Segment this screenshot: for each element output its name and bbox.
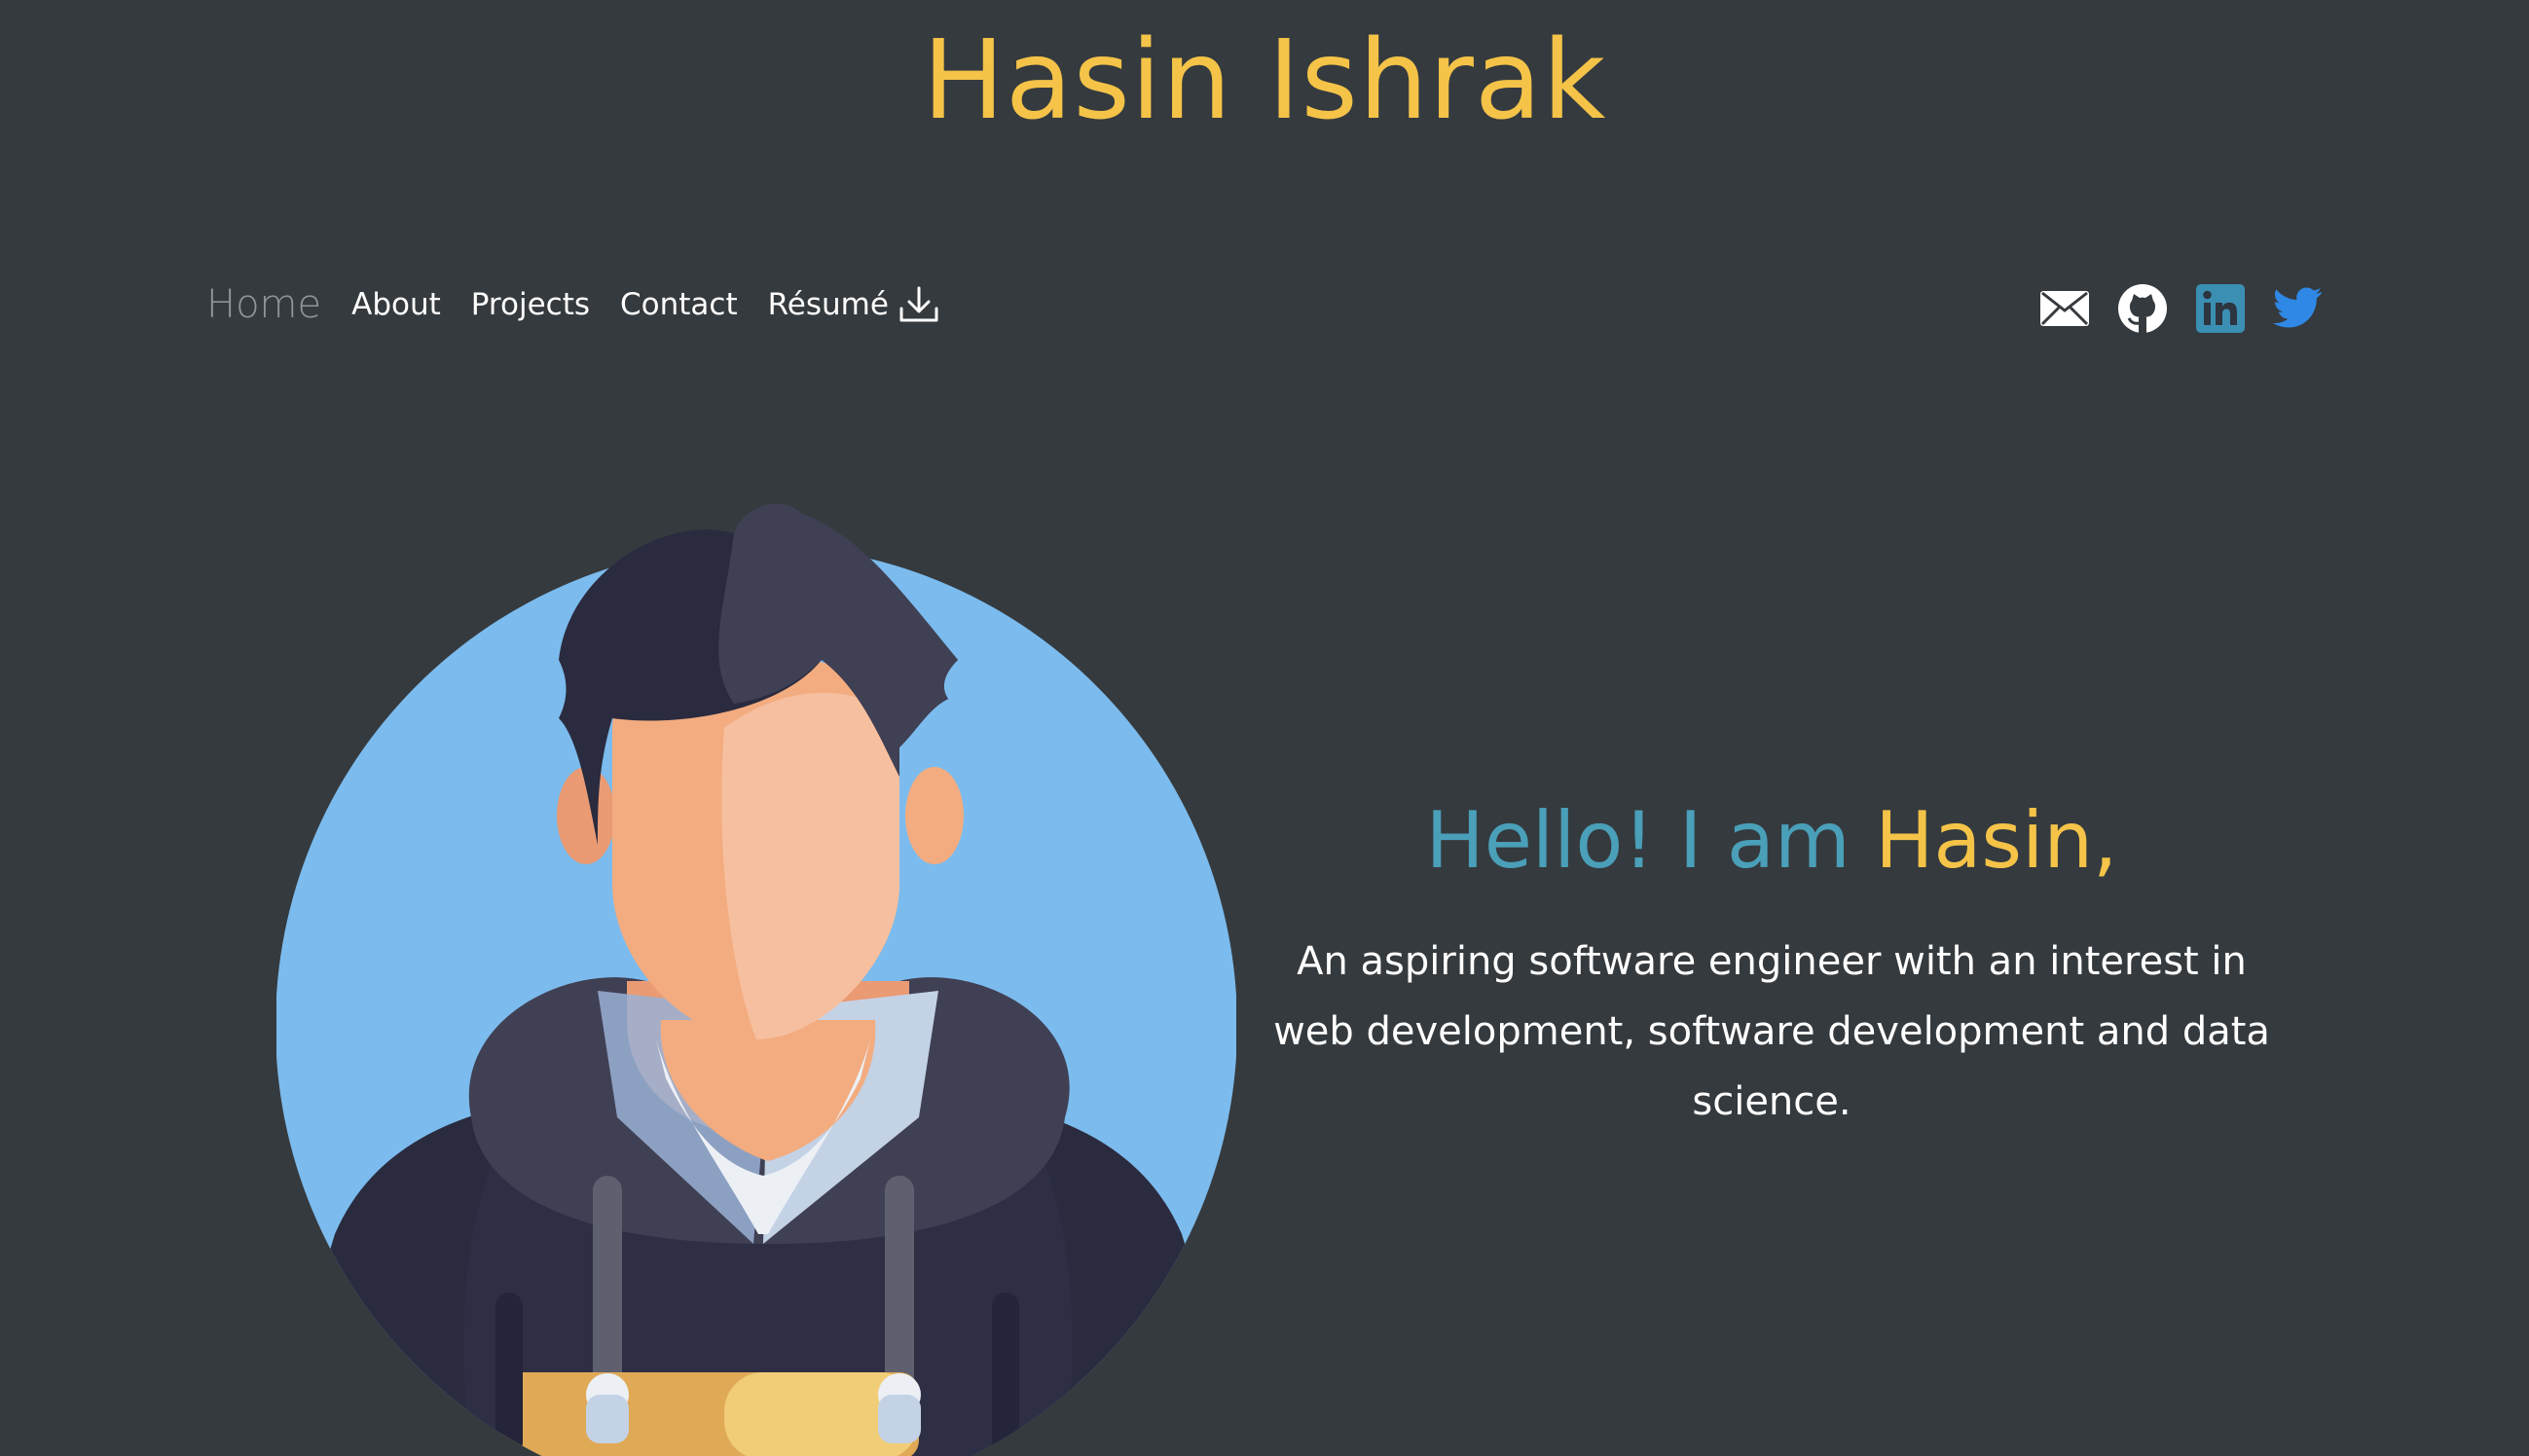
navbar: Home About Projects Contact Résumé [206,282,970,327]
nav-projects-link[interactable]: Projects [471,287,590,322]
nav-home-link[interactable]: Home [206,282,321,327]
greeting-name: Hasin, [1875,795,2118,886]
social-links [2013,282,2325,335]
hero-intro: Hello! I am Hasin, An aspiring software … [1256,798,2288,1137]
envelope-icon[interactable] [2038,282,2091,335]
github-icon[interactable] [2116,282,2169,335]
site-title: Hasin Ishrak [922,18,1607,144]
linkedin-icon[interactable] [2194,282,2247,335]
greeting-prefix: Hello! I am [1425,795,1851,886]
nav-about-link[interactable]: About [351,287,441,322]
hero-tagline: An aspiring software engineer with an in… [1273,939,2270,1124]
resume-label: Résumé [767,287,889,322]
hero-greeting: Hello! I am Hasin, [1256,798,2288,884]
download-icon [899,286,938,322]
avatar-illustration [276,503,1236,1456]
nav-resume-link[interactable]: Résumé [768,285,939,324]
nav-contact-link[interactable]: Contact [620,287,738,322]
twitter-icon[interactable] [2272,282,2325,335]
